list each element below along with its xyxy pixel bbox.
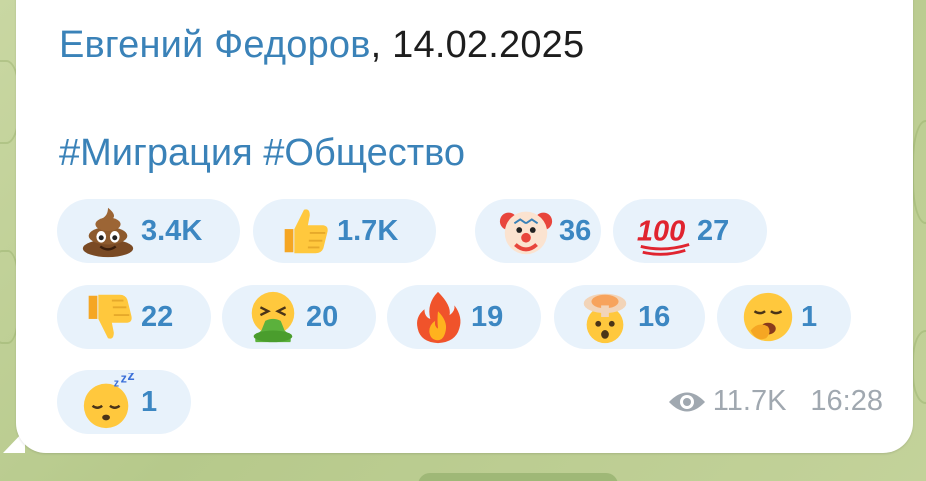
- reaction-sleeping-face[interactable]: z z z 1: [57, 370, 191, 434]
- reaction-face-vomiting[interactable]: 20: [222, 285, 376, 349]
- reaction-yawning-face[interactable]: 1: [717, 285, 851, 349]
- author-name-link[interactable]: Евгений Федоров: [59, 24, 371, 66]
- hundred-points-emoji: 100: [637, 216, 690, 256]
- reaction-count: 1: [801, 300, 818, 333]
- reaction-count: 36: [559, 214, 592, 247]
- wallpaper-pattern: [912, 120, 926, 224]
- reaction-clown-face[interactable]: 36: [475, 199, 601, 263]
- hashtag-society-link[interactable]: #Общество: [263, 132, 465, 174]
- hashtag-line: #Миграция #Общество: [59, 132, 465, 175]
- exploding-head-emoji: [583, 293, 627, 344]
- svg-text:z: z: [127, 373, 134, 384]
- eye-icon: [668, 392, 705, 411]
- author-separator: ,: [370, 24, 393, 66]
- forward-author-line: Евгений Федоров, 14.02.2025: [59, 24, 584, 67]
- hashtag-migration-link[interactable]: #Миграция: [59, 132, 253, 174]
- reaction-count: 16: [638, 300, 671, 333]
- reaction-count: 22: [141, 300, 174, 333]
- sleeping-face-emoji: z z z: [83, 373, 135, 429]
- svg-text:z: z: [114, 378, 119, 390]
- wallpaper-pattern: [912, 330, 926, 404]
- reaction-hundred-points[interactable]: 100 27: [613, 199, 767, 263]
- svg-text:z: z: [121, 373, 127, 386]
- reaction-count: 1.7K: [337, 214, 399, 247]
- reaction-thumbs-up[interactable]: 1.7K: [253, 199, 436, 263]
- yawning-face-emoji: [743, 292, 793, 342]
- message-bubble[interactable]: Евгений Федоров, 14.02.2025 #Миграция #О…: [16, 0, 913, 453]
- reaction-count: 3.4K: [141, 214, 203, 247]
- reaction-fire[interactable]: 19: [387, 285, 541, 349]
- reaction-count: 1: [141, 385, 158, 418]
- message-time: 16:28: [810, 385, 883, 417]
- face-vomiting-emoji: [251, 291, 295, 343]
- pile-of-poo-emoji: [82, 207, 134, 258]
- thumbs-up-emoji: [284, 209, 328, 254]
- reaction-pile-of-poo[interactable]: 3.4K: [57, 199, 240, 263]
- thumbs-down-emoji: [88, 294, 132, 339]
- view-count: 11.7K: [712, 385, 787, 417]
- reaction-count: 19: [471, 300, 504, 333]
- reaction-exploding-head[interactable]: 16: [554, 285, 705, 349]
- reaction-count: 20: [306, 300, 339, 333]
- reaction-count: 27: [697, 214, 730, 247]
- author-date: 14.02.2025: [392, 24, 585, 66]
- reaction-thumbs-down[interactable]: 22: [57, 285, 211, 349]
- clown-face-emoji: [499, 211, 553, 255]
- next-message-edge: [418, 473, 618, 481]
- message-meta: 11.7K 16:28: [667, 385, 883, 418]
- svg-text:100: 100: [637, 216, 685, 248]
- fire-emoji: [417, 291, 461, 344]
